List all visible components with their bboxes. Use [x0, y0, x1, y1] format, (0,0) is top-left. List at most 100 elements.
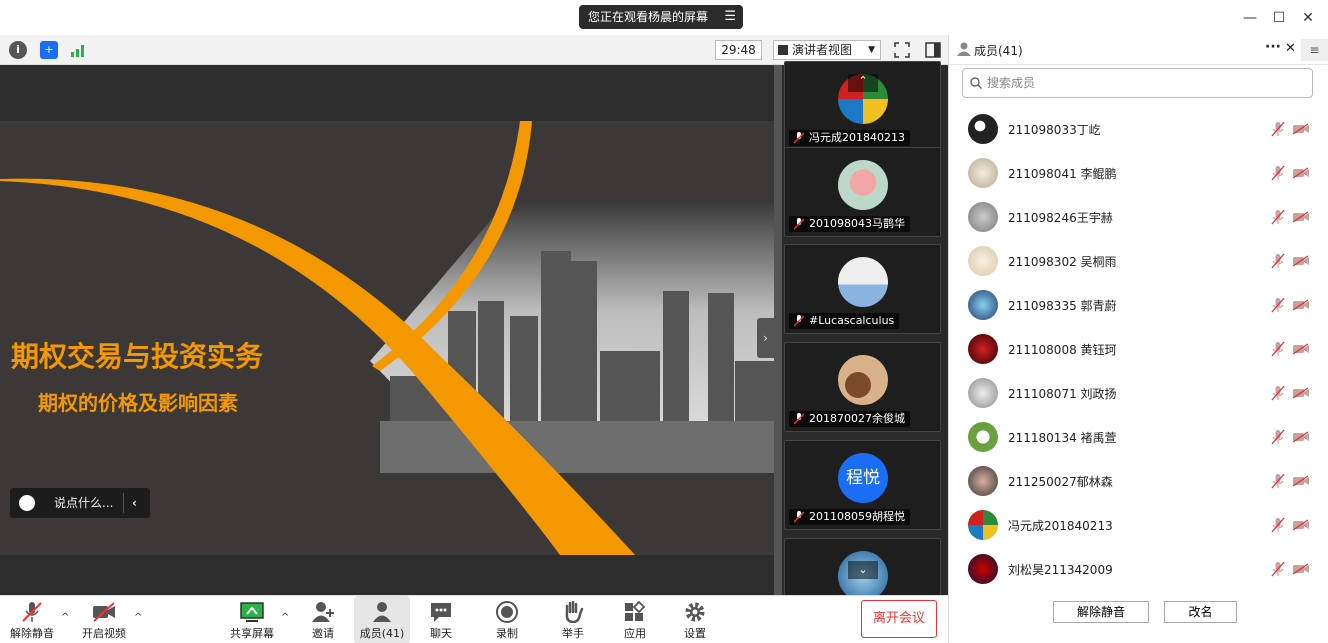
members-button[interactable]: 成员(41)	[354, 596, 410, 643]
camera-off-icon[interactable]	[1292, 519, 1310, 531]
apps-button[interactable]: 应用	[607, 596, 663, 643]
mic-off-icon[interactable]	[1271, 341, 1285, 357]
chat-button[interactable]: 聊天	[413, 596, 469, 643]
unmute-all-button[interactable]: 解除静音	[1053, 601, 1149, 623]
view-mode-label: 演讲者视图	[792, 43, 853, 57]
camera-off-icon[interactable]	[1292, 255, 1310, 267]
mic-off-icon[interactable]	[1271, 121, 1285, 137]
minimize-icon[interactable]: —	[1236, 6, 1264, 30]
video-tile[interactable]: 201870027余俊城	[784, 342, 941, 432]
quick-chat-box[interactable]: 说点什么... ‹	[10, 488, 150, 518]
mic-off-icon[interactable]	[1271, 561, 1285, 577]
video-tile[interactable]: ⌃ 冯元成201840213	[784, 61, 941, 151]
chevron-up-icon[interactable]: ^	[281, 612, 289, 623]
chevron-down-icon: ▼	[868, 45, 875, 55]
side-panel-icon[interactable]	[925, 42, 941, 58]
avatar-initials: 程悦	[838, 453, 888, 503]
camera-off-icon[interactable]	[1292, 299, 1310, 311]
leave-meeting-button[interactable]: 离开会议	[861, 600, 937, 638]
gallery-scrollbar[interactable]	[774, 65, 782, 595]
member-name: 211098041 李鲲鹏	[1008, 167, 1117, 181]
video-tile[interactable]: 程悦 201108059胡程悦	[784, 440, 941, 530]
unmute-button[interactable]: 解除静音	[4, 596, 60, 643]
sharing-indicator[interactable]: 您正在观看杨晨的屏幕 ☰	[579, 5, 743, 29]
view-mode-dropdown[interactable]: 演讲者视图 ▼	[773, 40, 881, 60]
speaker-view-icon	[778, 45, 788, 55]
share-screen-button[interactable]: 共享屏幕	[224, 596, 280, 643]
member-search-input[interactable]: 搜索成员	[962, 68, 1313, 98]
shield-icon[interactable]: +	[40, 41, 58, 59]
record-label: 录制	[496, 627, 518, 640]
camera-off-icon[interactable]	[1292, 343, 1310, 355]
chevron-left-icon[interactable]: ‹	[132, 488, 137, 518]
close-icon[interactable]: ✕	[1294, 6, 1322, 30]
mic-off-icon[interactable]	[1271, 165, 1285, 181]
member-row[interactable]: 211098033丁屹	[949, 107, 1328, 151]
list-icon[interactable]: ☰	[724, 5, 736, 29]
hand-icon	[565, 601, 584, 623]
member-row[interactable]: 211098246王宇赫	[949, 195, 1328, 239]
rename-button[interactable]: 改名	[1164, 601, 1237, 623]
start-video-button[interactable]: 开启视频	[76, 596, 132, 643]
panel-menu-icon[interactable]: ≡	[1301, 39, 1328, 61]
close-panel-icon[interactable]: ✕	[1285, 41, 1296, 56]
info-icon[interactable]: i	[9, 41, 27, 59]
record-button[interactable]: 录制	[479, 596, 535, 643]
member-name: 211098302 吴桐雨	[1008, 255, 1117, 269]
avatar	[968, 334, 998, 364]
avatar	[968, 378, 998, 408]
member-row[interactable]: 211108008 黄钰珂	[949, 327, 1328, 371]
member-row[interactable]: 冯元成201840213	[949, 503, 1328, 547]
member-row[interactable]: 211250027郁林森	[949, 459, 1328, 503]
video-tile[interactable]: 201098043马鹊华	[784, 147, 941, 237]
camera-off-icon	[93, 602, 115, 622]
chevron-up-icon[interactable]: ^	[134, 612, 142, 623]
mic-off-icon[interactable]	[1271, 517, 1285, 533]
fullscreen-icon[interactable]	[894, 42, 910, 58]
video-tile[interactable]: #Lucascalculus	[784, 244, 941, 334]
avatar	[968, 510, 998, 540]
mic-off-icon[interactable]	[1271, 473, 1285, 489]
mic-off-icon[interactable]	[1271, 429, 1285, 445]
camera-off-icon[interactable]	[1292, 211, 1310, 223]
chevron-up-icon[interactable]: ^	[61, 612, 69, 623]
search-icon	[970, 77, 982, 89]
member-row[interactable]: 211098041 李鲲鹏	[949, 151, 1328, 195]
camera-off-icon[interactable]	[1292, 123, 1310, 135]
camera-off-icon[interactable]	[1292, 167, 1310, 179]
members-panel: 成员(41) ··· ✕ ≡ 搜索成员 211098033丁屹 211098041…	[948, 35, 1328, 643]
member-row[interactable]: 刘松昊211342009	[949, 547, 1328, 591]
gear-icon	[685, 602, 705, 622]
camera-off-icon[interactable]	[1292, 431, 1310, 443]
mic-off-icon[interactable]	[1271, 297, 1285, 313]
invite-button[interactable]: 邀请	[295, 596, 351, 643]
avatar	[968, 202, 998, 232]
member-row[interactable]: 211098302 吴桐雨	[949, 239, 1328, 283]
video-gallery: ⌃ 冯元成201840213 201098043马鹊华 #Lucascalcul…	[774, 61, 948, 628]
chevron-down-icon[interactable]: ⌄	[848, 561, 878, 579]
mic-off-icon	[794, 315, 804, 327]
camera-off-icon[interactable]	[1292, 563, 1310, 575]
member-row[interactable]: 211180134 褚禹萱	[949, 415, 1328, 459]
avatar	[968, 290, 998, 320]
mic-off-icon[interactable]	[1271, 209, 1285, 225]
emoji-icon[interactable]	[19, 495, 35, 511]
camera-off-icon[interactable]	[1292, 387, 1310, 399]
start-video-label: 开启视频	[82, 627, 126, 640]
more-icon[interactable]: ···	[1265, 39, 1281, 55]
member-row[interactable]: 211098335 郭青蔚	[949, 283, 1328, 327]
mic-off-icon[interactable]	[1271, 385, 1285, 401]
signal-icon[interactable]	[70, 42, 88, 58]
camera-off-icon[interactable]	[1292, 475, 1310, 487]
member-row[interactable]: 211108071 刘政扬	[949, 371, 1328, 415]
mic-off-icon[interactable]	[1271, 253, 1285, 269]
chevron-up-icon[interactable]: ⌃	[848, 74, 878, 92]
title-bar: 您正在观看杨晨的屏幕 ☰ — ☐ ✕	[0, 0, 1328, 35]
member-name: 211098246王宇赫	[1008, 211, 1113, 225]
maximize-icon[interactable]: ☐	[1265, 6, 1293, 30]
tile-name: #Lucascalculus	[809, 314, 895, 327]
divider	[123, 493, 124, 513]
settings-button[interactable]: 设置	[667, 596, 723, 643]
collapse-gallery-button[interactable]: ›	[757, 318, 774, 358]
raise-hand-button[interactable]: 举手	[545, 596, 601, 643]
